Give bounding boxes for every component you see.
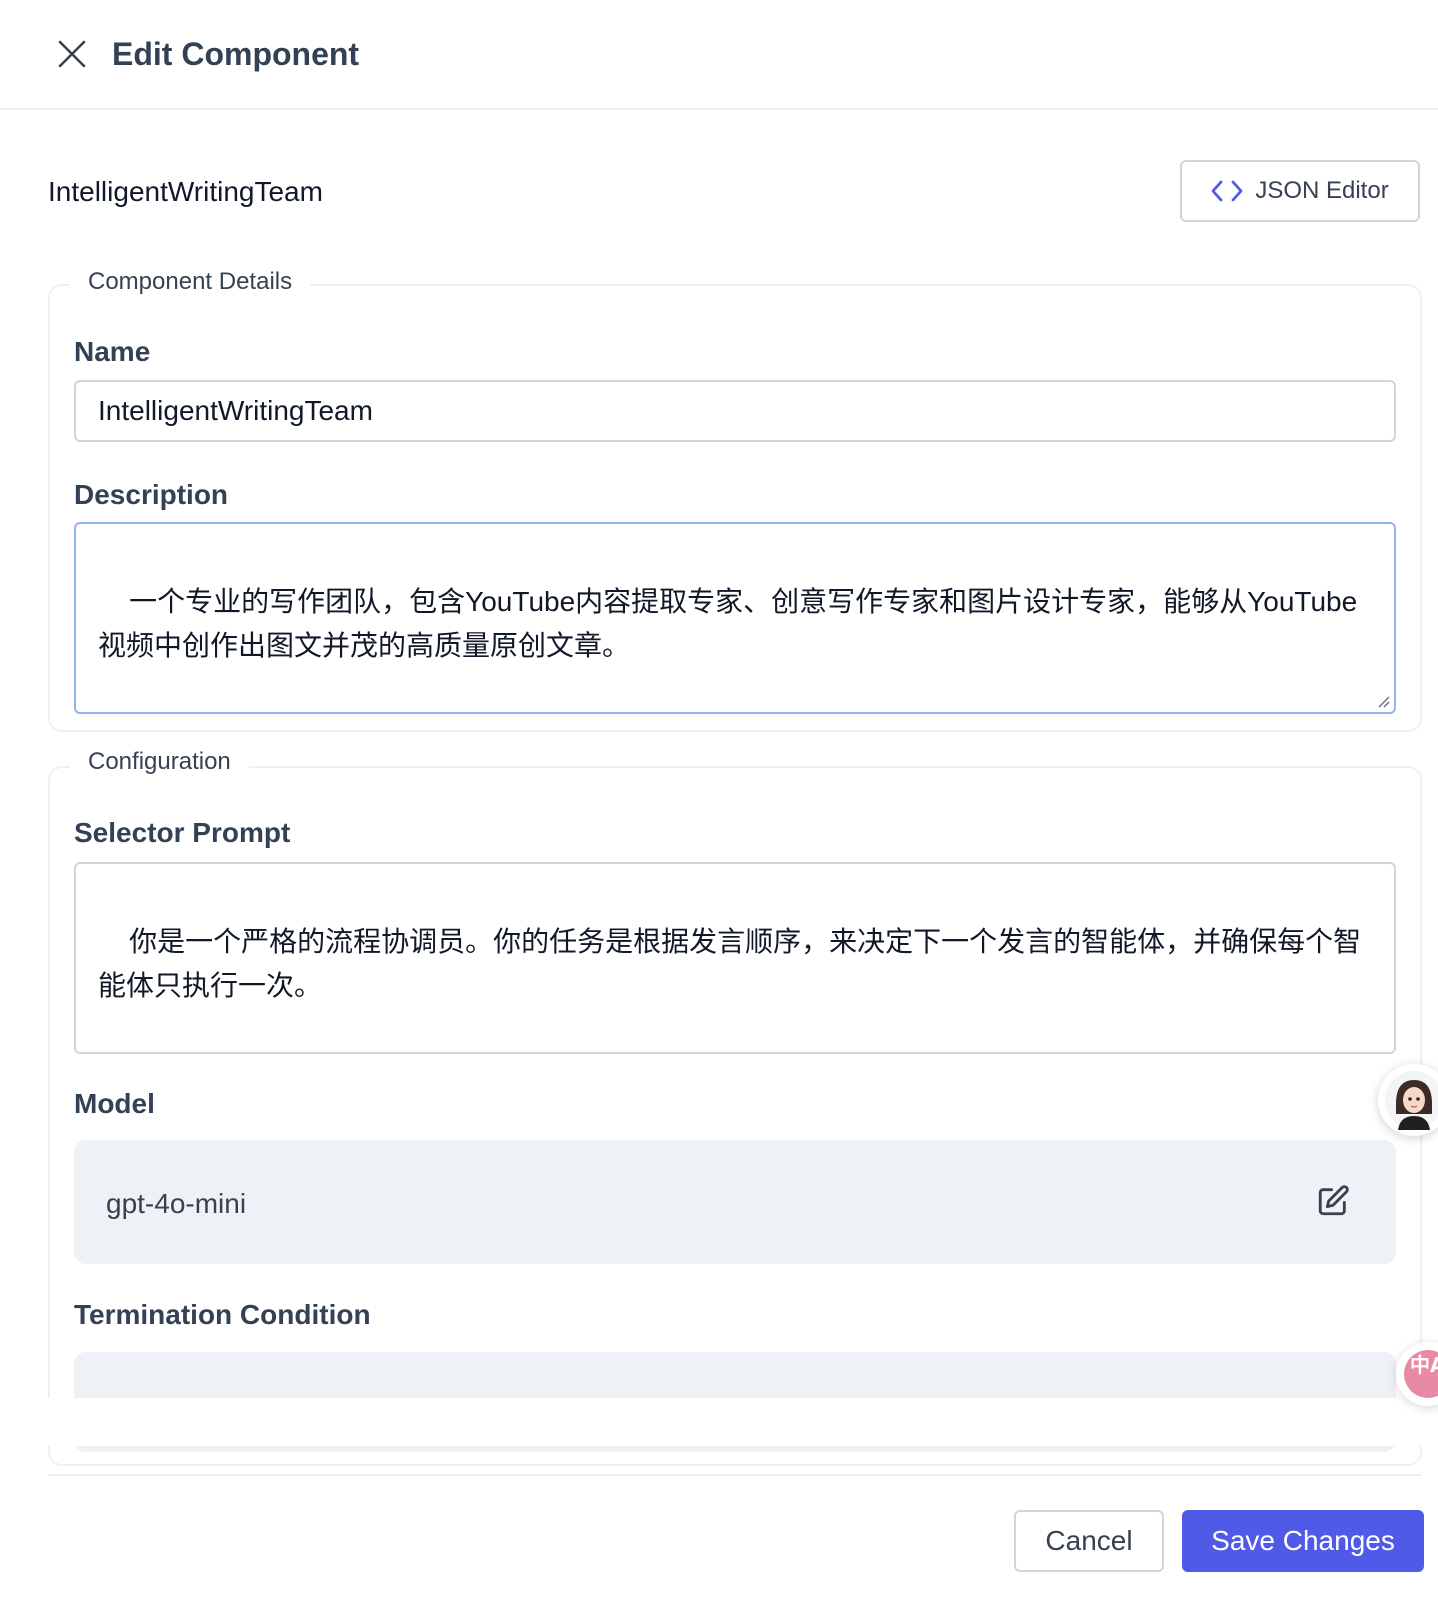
dialog-header: Edit Component xyxy=(0,0,1438,110)
configuration-legend: Configuration xyxy=(70,746,249,778)
close-button[interactable] xyxy=(52,34,92,74)
close-icon xyxy=(58,40,86,68)
dialog-title: Edit Component xyxy=(112,36,360,72)
save-changes-button[interactable]: Save Changes xyxy=(1182,1510,1424,1572)
selector-prompt-textarea[interactable]: 你是一个严格的流程协调员。你的任务是根据发言顺序，来决定下一个发言的智能体，并确… xyxy=(74,862,1396,1054)
description-text: 一个专业的写作团队，包含YouTube内容提取专家、创意写作专家和图片设计专家，… xyxy=(98,586,1358,661)
edit-component-page: Edit Component IntelligentWritingTeam JS… xyxy=(0,0,1438,1602)
component-details-legend: Component Details xyxy=(70,266,311,298)
description-textarea[interactable]: 一个专业的写作团队，包含YouTube内容提取专家、创意写作专家和图片设计专家，… xyxy=(74,522,1396,714)
translate-icon: 中A xyxy=(1404,1350,1438,1398)
footer-divider xyxy=(48,1474,1422,1476)
selector-prompt-text: 你是一个严格的流程协调员。你的任务是根据发言顺序，来决定下一个发言的智能体，并确… xyxy=(98,926,1362,1001)
json-editor-button[interactable]: JSON Editor xyxy=(1180,160,1420,222)
scroll-clip xyxy=(0,1398,1438,1446)
component-name-heading: IntelligentWritingTeam xyxy=(48,176,323,207)
name-label: Name xyxy=(74,336,151,367)
description-label: Description xyxy=(74,479,229,510)
name-input[interactable]: IntelligentWritingTeam xyxy=(74,380,1396,442)
edit-icon[interactable] xyxy=(1316,1184,1350,1218)
code-brackets-icon xyxy=(1211,180,1243,202)
json-editor-label: JSON Editor xyxy=(1255,177,1389,204)
cancel-button[interactable]: Cancel xyxy=(1014,1510,1164,1572)
model-box: gpt-4o-mini xyxy=(74,1140,1396,1264)
selector-prompt-label: Selector Prompt xyxy=(74,817,291,848)
model-value: gpt-4o-mini xyxy=(106,1188,247,1219)
assistant-avatar-icon xyxy=(1385,1071,1438,1130)
model-label: Model xyxy=(74,1088,155,1119)
termination-condition-label: Termination Condition xyxy=(74,1299,371,1330)
resize-handle-icon[interactable] xyxy=(1374,692,1390,708)
